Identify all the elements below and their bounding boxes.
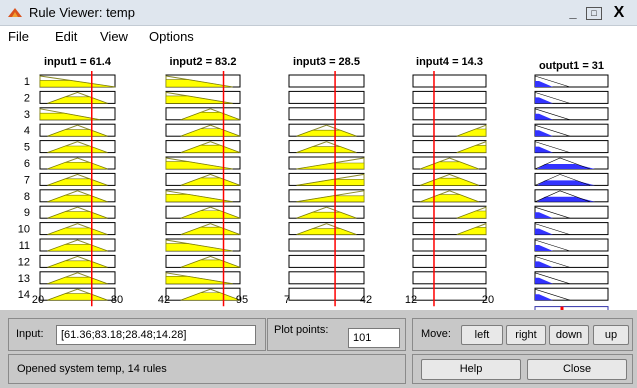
move-right-button[interactable]: right: [506, 325, 546, 345]
menu-options[interactable]: Options: [149, 29, 194, 44]
rule-number-4: 4: [24, 125, 30, 137]
rule-number-14: 14: [18, 289, 30, 301]
menu-edit[interactable]: Edit: [55, 29, 77, 44]
menu-file[interactable]: File: [8, 29, 29, 44]
close-window-button[interactable]: X: [609, 4, 629, 22]
action-group: Help Close: [412, 354, 633, 384]
title-bar: Rule Viewer: temp _ □ X: [0, 0, 637, 26]
control-panel: Input: [61.36;83.18;28.48;14.28] Plot po…: [0, 310, 637, 388]
rule-number-11: 11: [19, 240, 30, 252]
rule-cell: [412, 238, 487, 252]
rule-plots[interactable]: input1 = 61.4 input2 = 83.2 input3 = 28.5 i…: [0, 48, 637, 320]
input-title-4: input4 = 14.3: [416, 56, 483, 68]
rule-number-13: 13: [18, 273, 30, 285]
rule-cell: [412, 254, 487, 268]
rule-number-6: 6: [24, 158, 30, 170]
rule-canvas: input1 = 61.4 input2 = 83.2 input3 = 28.5 i…: [0, 48, 637, 320]
axis-max-3: 42: [360, 294, 372, 306]
move-left-button[interactable]: left: [461, 325, 503, 345]
axis-min-2: 42: [158, 294, 170, 306]
input-title-1: input1 = 61.4: [44, 56, 112, 68]
move-group: Move: left right down up: [412, 318, 633, 351]
status-bar: Opened system temp, 14 rules: [8, 354, 406, 384]
rule-number-1: 1: [24, 76, 30, 88]
axis-max-2: 95: [236, 294, 248, 306]
rule-cell: [288, 287, 365, 301]
rule-number-9: 9: [24, 207, 30, 219]
rule-number-8: 8: [24, 191, 30, 203]
status-message: Opened system temp, 14 rules: [17, 363, 167, 375]
rule-cell: [288, 74, 365, 88]
input-group: Input: [61.36;83.18;28.48;14.28]: [8, 318, 266, 351]
help-button[interactable]: Help: [421, 359, 521, 380]
axis-min-3: 7: [284, 294, 290, 306]
move-down-button[interactable]: down: [549, 325, 589, 345]
rule-number-5: 5: [24, 142, 30, 154]
axis-min-1: 20: [32, 294, 44, 306]
rule-cell: [288, 254, 365, 268]
window-title: Rule Viewer: temp: [29, 5, 135, 20]
rule-number-3: 3: [24, 109, 30, 121]
axis-max-4: 20: [482, 294, 494, 306]
plot-points-group: Plot points: 101: [267, 318, 406, 351]
minimize-button[interactable]: _: [563, 4, 583, 22]
menu-bar: File Edit View Options: [0, 26, 637, 48]
input-vector-field[interactable]: [61.36;83.18;28.48;14.28]: [56, 325, 256, 345]
matlab-icon: [8, 8, 22, 17]
move-up-button[interactable]: up: [593, 325, 629, 345]
input-label: Input:: [16, 328, 44, 340]
output-title: output1 = 31: [539, 60, 604, 72]
rule-cell: [412, 107, 487, 121]
rule-number-2: 2: [24, 92, 30, 104]
input-title-2: input2 = 83.2: [170, 56, 237, 68]
axis-min-4: 12: [405, 294, 417, 306]
menu-view[interactable]: View: [100, 29, 128, 44]
rule-cell: [412, 271, 487, 285]
rule-number-12: 12: [18, 256, 30, 268]
rule-cell: [412, 90, 487, 104]
plot-points-field[interactable]: 101: [348, 328, 400, 348]
rule-cell: [288, 271, 365, 285]
rule-cell: [288, 90, 365, 104]
rule-cell: [412, 287, 487, 301]
maximize-button[interactable]: □: [586, 7, 602, 20]
rule-cell: [288, 107, 365, 121]
rule-cell: [412, 74, 487, 88]
rule-number-7: 7: [24, 174, 30, 186]
rule-cell: [288, 238, 365, 252]
move-label: Move:: [421, 328, 451, 340]
rule-number-10: 10: [18, 224, 30, 236]
axis-max-1: 80: [111, 294, 123, 306]
input-title-3: input3 = 28.5: [293, 56, 360, 68]
close-button[interactable]: Close: [527, 359, 627, 380]
plot-points-label: Plot points:: [274, 324, 329, 336]
